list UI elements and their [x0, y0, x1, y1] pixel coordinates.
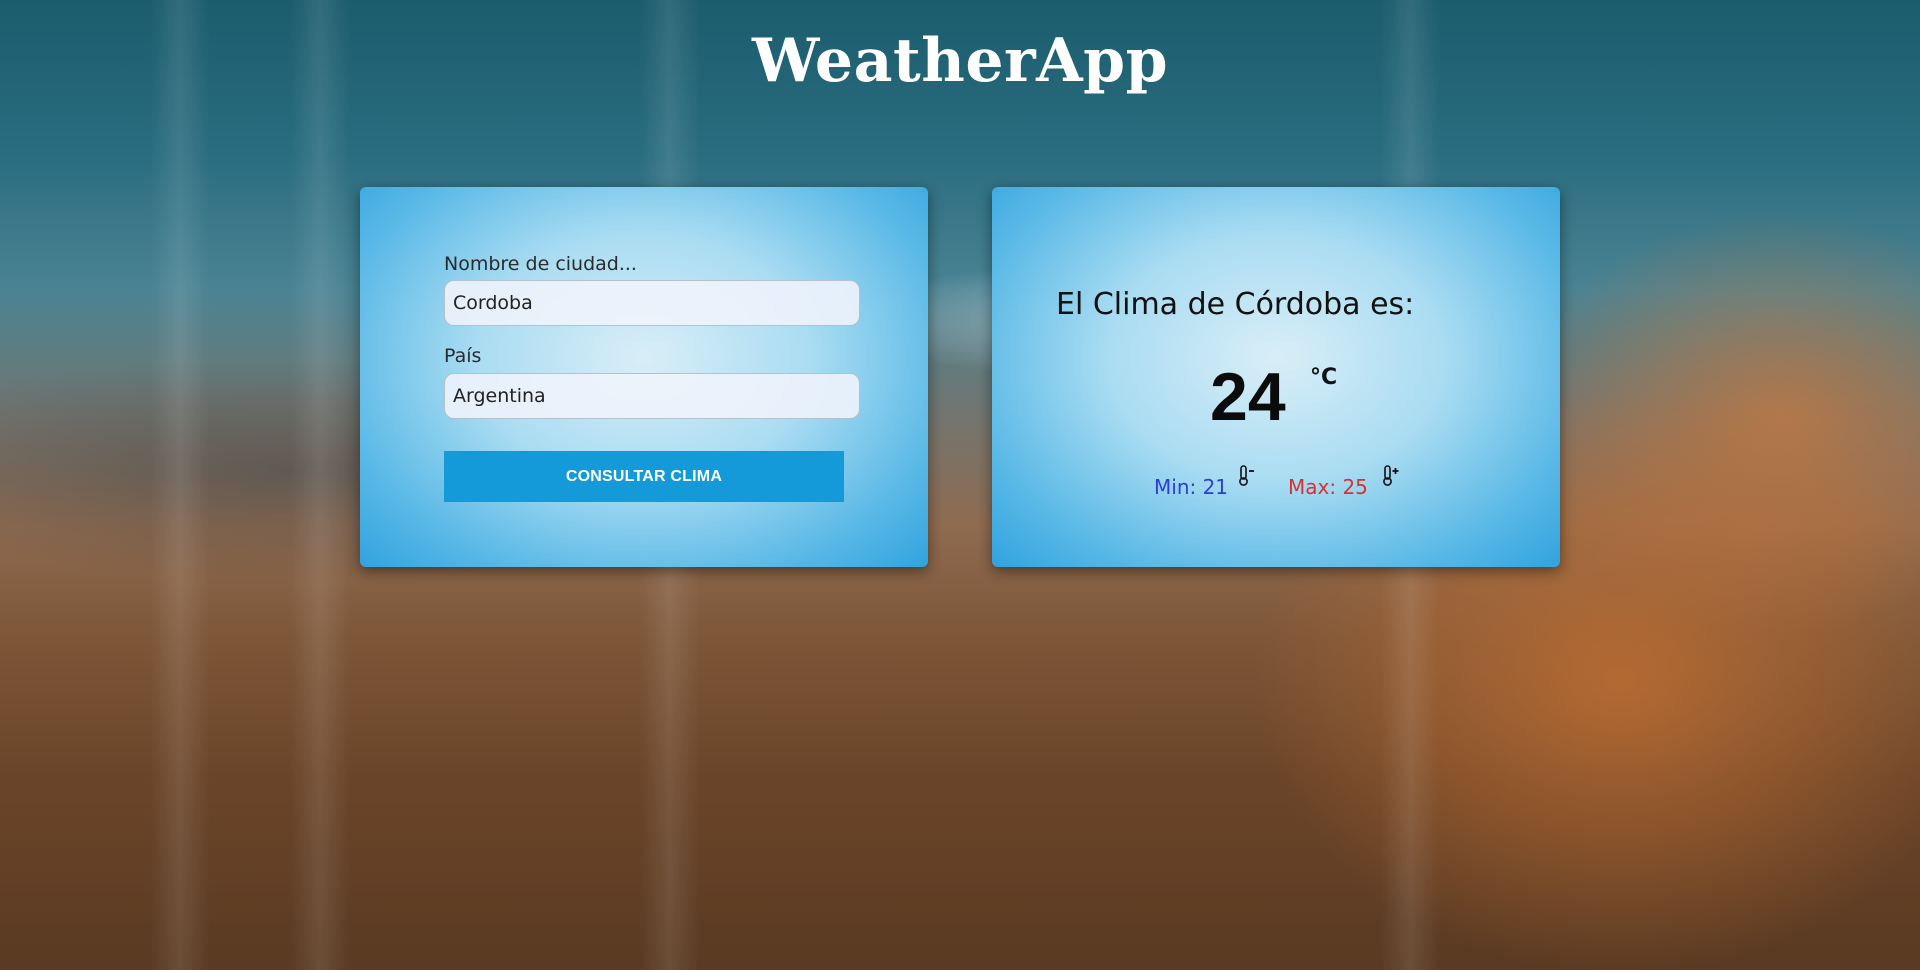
country-input[interactable] [444, 373, 860, 419]
background-haze [150, 0, 210, 970]
result-heading: El Clima de Córdoba es: [1056, 287, 1415, 322]
search-form-card: Nombre de ciudad... País Consultar clima [360, 187, 928, 567]
temperature-value: 24 [1210, 359, 1286, 435]
city-label: Nombre de ciudad... [444, 253, 637, 275]
temperature-unit: °C [1310, 365, 1338, 390]
thermometer-plus-icon [1383, 465, 1399, 486]
page-title: WeatherApp [751, 26, 1169, 96]
city-input[interactable] [444, 280, 860, 326]
max-temperature: Max: 25 [1288, 475, 1368, 499]
background-haze [290, 0, 350, 970]
consult-weather-button[interactable]: Consultar clima [444, 451, 844, 502]
thermometer-minus-icon [1239, 465, 1254, 486]
min-temperature: Min: 21 [1154, 475, 1229, 499]
temperature-row: 24 °C [992, 357, 1560, 437]
country-label: País [444, 345, 482, 367]
weather-result-card: El Clima de Córdoba es: 24 °C Min: 21 Ma… [992, 187, 1560, 567]
